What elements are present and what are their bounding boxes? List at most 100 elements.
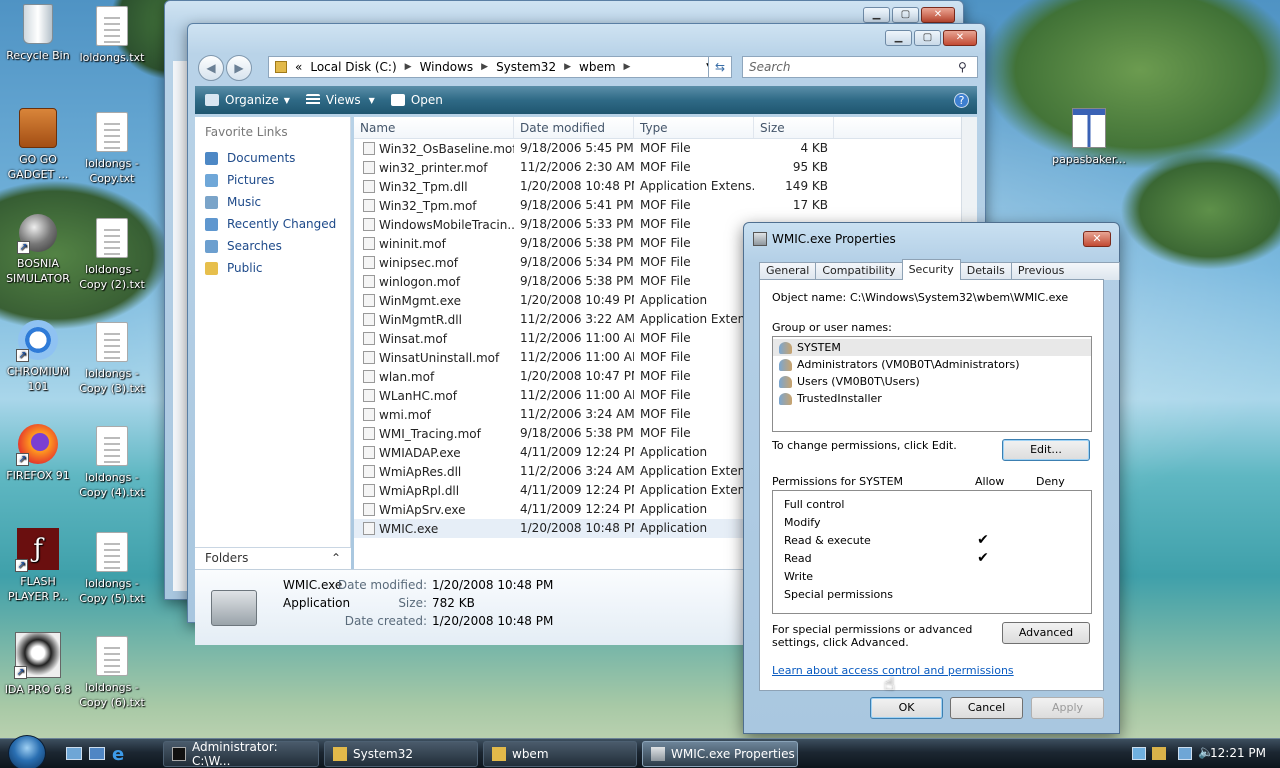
search-icon[interactable]: ⚲ bbox=[958, 60, 967, 74]
desktop-icon-chromium[interactable]: ↗ CHROMIUM 101 bbox=[0, 320, 76, 394]
users-listbox[interactable]: SYSTEM Administrators (VM0B0T\Administra… bbox=[772, 336, 1092, 432]
column-header-type[interactable]: Type bbox=[634, 117, 754, 138]
desktop-icon-loldongs-copy-2[interactable]: loldongs - Copy (2).txt bbox=[74, 218, 150, 292]
show-desktop-icon[interactable] bbox=[66, 747, 82, 760]
desktop-icon-loldongs[interactable]: loldongs.txt bbox=[74, 6, 150, 65]
file-row[interactable]: Win32_Tpm.mof 9/18/2006 5:41 PM MOF File 17… bbox=[354, 196, 977, 215]
taskbar-item-wbem[interactable]: wbem bbox=[483, 741, 637, 767]
breadcrumb-overflow[interactable]: « bbox=[295, 60, 302, 74]
close-button[interactable]: ✕ bbox=[921, 7, 955, 23]
file-name-cell: Win32_Tpm.mof bbox=[354, 196, 514, 215]
taskbar-item-wmic-properties[interactable]: WMIC.exe Properties bbox=[642, 741, 798, 767]
help-icon[interactable]: ? bbox=[954, 92, 969, 108]
open-button[interactable]: Open bbox=[390, 93, 443, 107]
chevron-right-icon[interactable]: ▶ bbox=[405, 62, 412, 72]
switch-windows-icon[interactable] bbox=[89, 747, 105, 760]
user-item-trustedinstaller[interactable]: TrustedInstaller bbox=[773, 390, 1091, 407]
chevron-right-icon[interactable]: ▶ bbox=[481, 62, 488, 72]
taskbar: e Administrator: C:\W... System32 wbem W… bbox=[0, 735, 1280, 768]
nav-item-searches[interactable]: Searches bbox=[195, 235, 350, 257]
folders-toggle[interactable]: Folders ⌃ bbox=[195, 547, 351, 569]
nav-item-public[interactable]: Public bbox=[195, 257, 350, 279]
desktop-icon-loldongs-copy-3[interactable]: loldongs - Copy (3).txt bbox=[74, 322, 150, 396]
desktop-icon-bosnia-simulator[interactable]: ↗ BOSNIA SIMULATOR bbox=[0, 214, 76, 286]
edit-button[interactable]: Edit... bbox=[1002, 439, 1090, 461]
mof-file-icon bbox=[363, 218, 375, 231]
user-item-system[interactable]: SYSTEM bbox=[773, 339, 1091, 356]
maximize-button[interactable]: ▢ bbox=[914, 30, 941, 46]
file-row[interactable]: Win32_OsBaseline.mof 9/18/2006 5:45 PM MOF… bbox=[354, 139, 977, 158]
breadcrumb[interactable]: « Local Disk (C:) ▶ Windows ▶ System32 ▶ wb… bbox=[268, 56, 722, 78]
tab-general[interactable]: General bbox=[759, 262, 817, 280]
column-header-size[interactable]: Size bbox=[754, 117, 834, 138]
desktop-icon-papasbaker[interactable]: papasbaker... bbox=[1044, 108, 1134, 167]
file-type-cell: MOF File bbox=[640, 160, 691, 174]
taskbar-item-cmd[interactable]: Administrator: C:\W... bbox=[163, 740, 319, 768]
breadcrumb-part-wbem[interactable]: wbem bbox=[579, 60, 616, 74]
file-name-cell: Win32_OsBaseline.mof bbox=[354, 139, 514, 158]
organize-button[interactable]: Organize ▼ bbox=[205, 93, 290, 107]
desktop-icon-loldongs-copy-6[interactable]: loldongs - Copy (6).txt bbox=[74, 636, 150, 710]
cmd-icon bbox=[172, 747, 186, 761]
desktop-icon-firefox[interactable]: ↗ FIREFOX 91 bbox=[0, 424, 76, 483]
text-file-icon bbox=[96, 426, 128, 466]
open-icon bbox=[390, 94, 405, 106]
user-item-users[interactable]: Users (VM0B0T\Users) bbox=[773, 373, 1091, 390]
minimize-button[interactable]: ▁ bbox=[885, 30, 912, 46]
column-header-date[interactable]: Date modified bbox=[514, 117, 634, 138]
ok-button[interactable]: OK bbox=[870, 697, 943, 719]
nav-item-recently-changed[interactable]: Recently Changed bbox=[195, 213, 350, 235]
maximize-button[interactable]: ▢ bbox=[892, 7, 919, 23]
back-button[interactable]: ◀ bbox=[198, 55, 224, 81]
window-caption-buttons: ▁ ▢ ✕ bbox=[863, 7, 955, 23]
column-header-name[interactable]: Name bbox=[354, 117, 514, 138]
breadcrumb-part-local-disk[interactable]: Local Disk (C:) bbox=[310, 60, 396, 74]
desktop-icon-recycle-bin[interactable]: Recycle Bin bbox=[0, 4, 76, 63]
breadcrumb-part-windows[interactable]: Windows bbox=[420, 60, 474, 74]
close-button[interactable]: ✕ bbox=[1083, 231, 1111, 247]
properties-dialog[interactable]: WMIC.exe Properties ✕ General Compatibil… bbox=[743, 222, 1120, 734]
file-row[interactable]: Win32_Tpm.dll 1/20/2008 10:48 PM Applicati… bbox=[354, 177, 977, 196]
apply-button[interactable]: Apply bbox=[1031, 697, 1104, 719]
chevron-right-icon[interactable]: ▶ bbox=[564, 62, 571, 72]
advanced-button[interactable]: Advanced bbox=[1002, 622, 1090, 644]
desktop-icon-loldongs-copy-4[interactable]: loldongs - Copy (4).txt bbox=[74, 426, 150, 500]
chevron-right-icon[interactable]: ▶ bbox=[624, 62, 631, 72]
nav-item-documents[interactable]: Documents bbox=[195, 147, 350, 169]
internet-explorer-icon[interactable]: e bbox=[112, 744, 124, 765]
desktop-icon-ida-pro[interactable]: ↗ IDA PRO 6.8 bbox=[0, 632, 76, 697]
search-input[interactable]: Search bbox=[742, 56, 978, 78]
tab-security[interactable]: Security bbox=[901, 259, 961, 280]
cancel-button[interactable]: Cancel bbox=[950, 697, 1023, 719]
folder-icon bbox=[333, 747, 347, 761]
file-type-cell: MOF File bbox=[640, 331, 691, 345]
tab-previous-versions[interactable]: Previous Versions bbox=[1010, 262, 1120, 290]
desktop-icon-flash-player[interactable]: ƒ ↗ FLASH PLAYER P... bbox=[0, 528, 76, 604]
close-button[interactable]: ✕ bbox=[943, 30, 977, 46]
task-label: Administrator: C:\W... bbox=[192, 740, 278, 768]
monitor-tray-icon[interactable] bbox=[1178, 747, 1192, 760]
user-item-administrators[interactable]: Administrators (VM0B0T\Administrators) bbox=[773, 356, 1091, 373]
desktop-icon-label: loldongs - Copy (2).txt bbox=[79, 263, 145, 291]
minimize-button[interactable]: ▁ bbox=[863, 7, 890, 23]
network-tray-icon[interactable] bbox=[1132, 747, 1146, 760]
forward-button[interactable]: ▶ bbox=[226, 55, 252, 81]
file-type-cell: MOF File bbox=[640, 198, 691, 212]
desktop-icon-loldongs-copy-5[interactable]: loldongs - Copy (5).txt bbox=[74, 532, 150, 606]
refresh-button[interactable]: ⇆ bbox=[708, 56, 732, 78]
views-button[interactable]: Views ▼ bbox=[305, 93, 375, 107]
nav-item-pictures[interactable]: Pictures bbox=[195, 169, 350, 191]
mof-file-icon bbox=[363, 351, 375, 364]
file-type-cell: MOF File bbox=[640, 236, 691, 250]
clock[interactable]: 12:21 PM bbox=[1210, 746, 1266, 760]
taskbar-item-system32[interactable]: System32 bbox=[324, 741, 478, 767]
nav-item-music[interactable]: Music bbox=[195, 191, 350, 213]
desktop-icon-loldongs-copy[interactable]: loldongs - Copy.txt bbox=[74, 112, 150, 186]
desktop-icon-go-go-gadget[interactable]: GO GO GADGET ... bbox=[0, 108, 76, 182]
safely-remove-tray-icon[interactable] bbox=[1152, 747, 1166, 760]
tab-compatibility[interactable]: Compatibility bbox=[815, 262, 903, 280]
start-button[interactable] bbox=[8, 735, 46, 768]
tab-details[interactable]: Details bbox=[959, 262, 1012, 280]
breadcrumb-part-system32[interactable]: System32 bbox=[496, 60, 556, 74]
file-row[interactable]: win32_printer.mof 11/2/2006 2:30 AM MOF Fi… bbox=[354, 158, 977, 177]
